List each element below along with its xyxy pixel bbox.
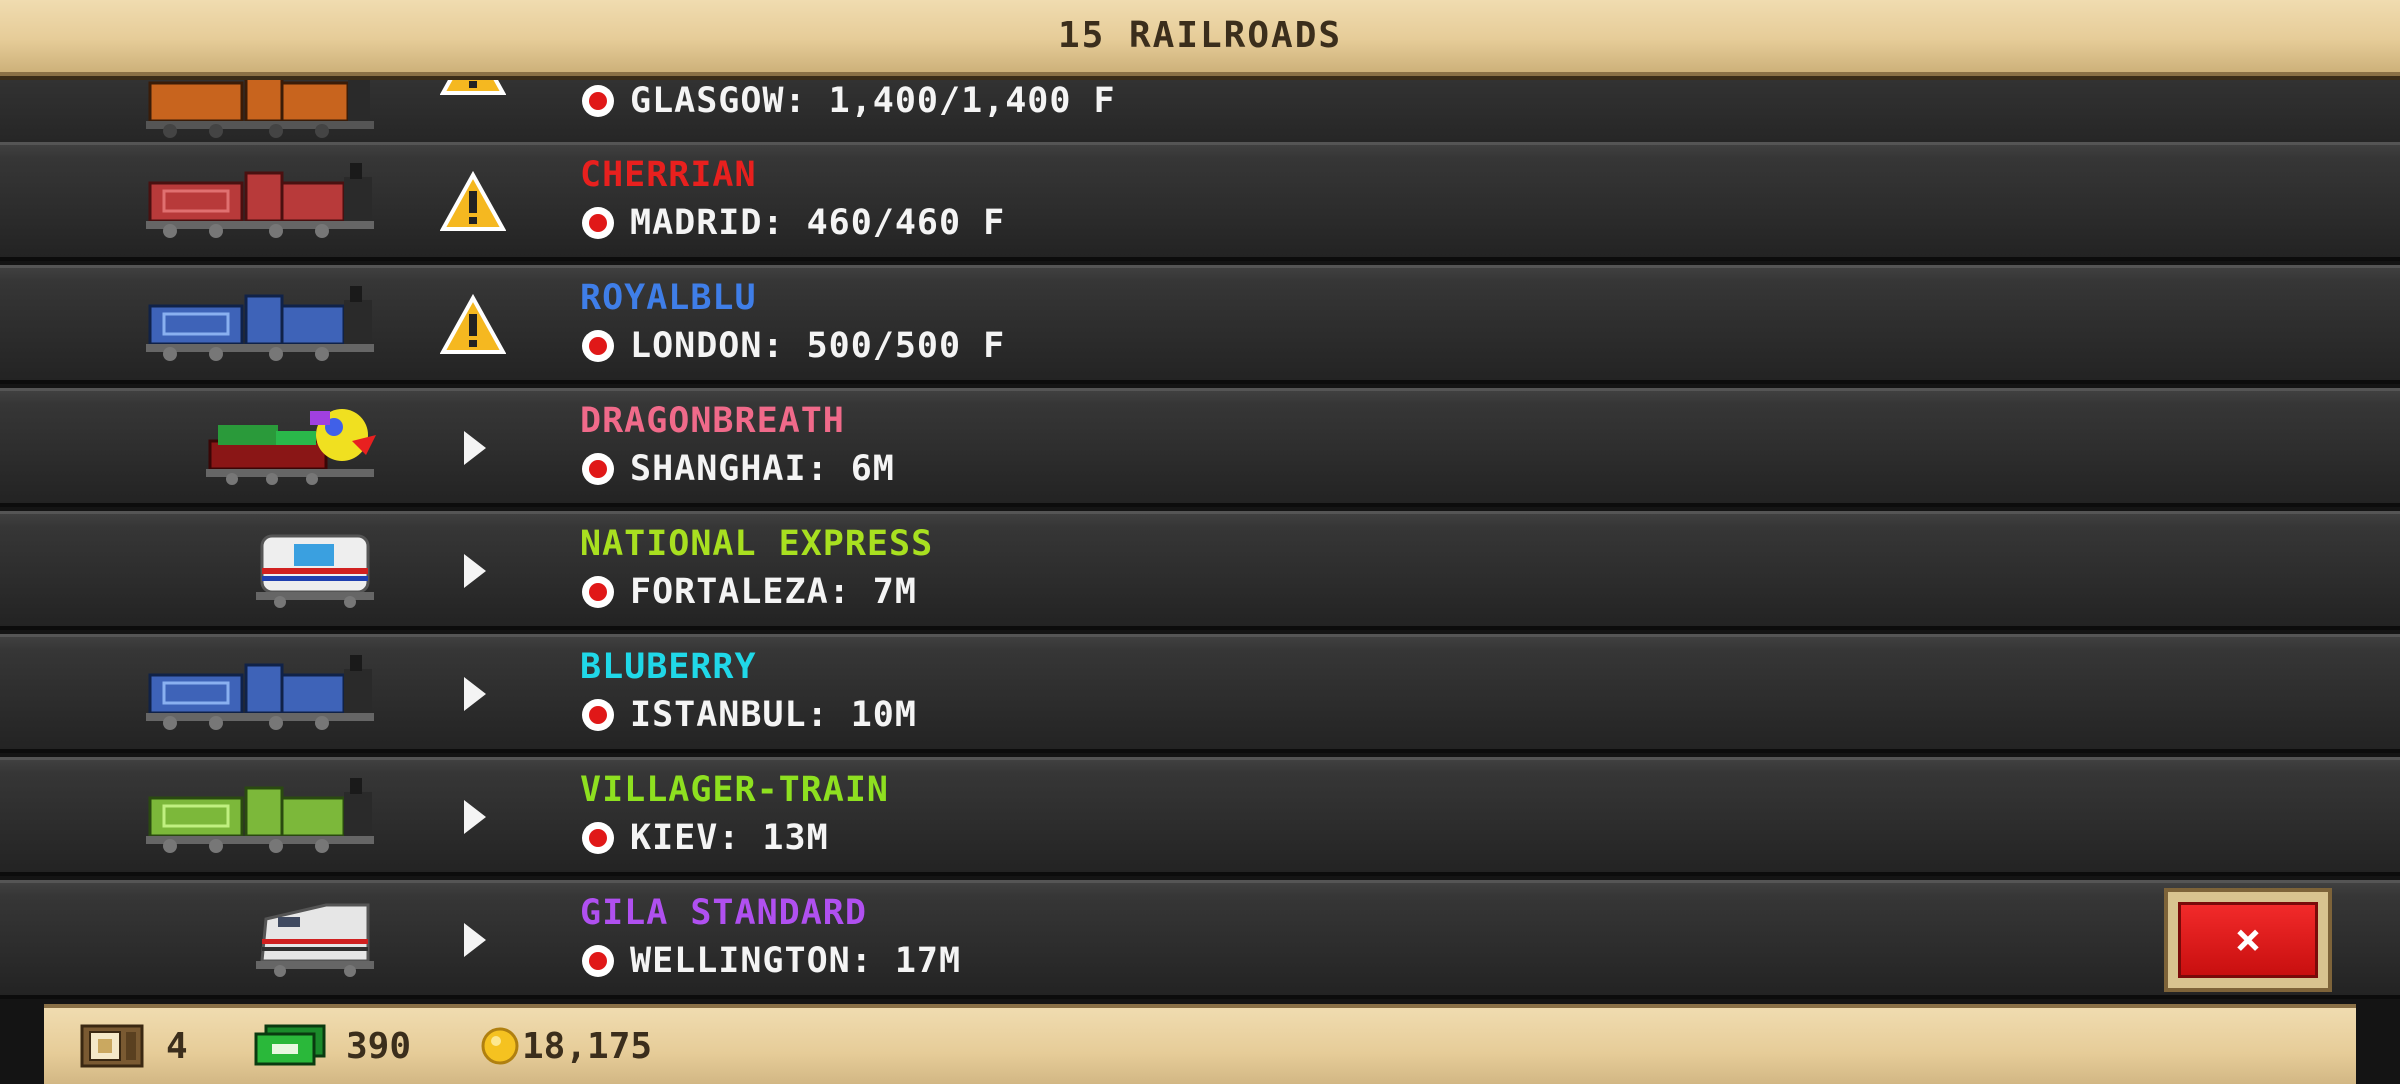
header-bar: 15 RAILROADS xyxy=(0,0,2400,76)
station-info: WELLINGTON: 17M xyxy=(580,941,961,985)
station-info: SHANGHAI: 6M xyxy=(580,449,895,493)
station-info: KIEV: 13M xyxy=(580,818,829,862)
station-info: FORTALEZA: 7M xyxy=(580,572,917,616)
steam-train-icon xyxy=(146,778,374,853)
railroad-name: DRAGONBREATH xyxy=(580,401,845,441)
steam-train-icon xyxy=(146,163,374,238)
station-label: FORTALEZA: 7M xyxy=(630,572,917,612)
railroad-row[interactable]: GILA STANDARD WELLINGTON: 17M xyxy=(0,880,2400,999)
station-info: GLASGOW: 1,400/1,400 F xyxy=(580,81,1116,125)
cars-value: 4 xyxy=(166,1026,188,1067)
station-label: WELLINGTON: 17M xyxy=(630,941,962,981)
station-info: LONDON: 500/500 F xyxy=(580,326,1005,370)
steam-train-icon xyxy=(146,286,374,361)
station-info: MADRID: 460/460 F xyxy=(580,203,1005,247)
railroad-name: VILLAGER-TRAIN xyxy=(580,770,890,810)
warning-icon xyxy=(440,171,506,231)
close-icon: × xyxy=(2178,902,2318,978)
cash-value: 390 xyxy=(346,1026,412,1067)
cash-icon xyxy=(254,1024,326,1066)
play-arrow-icon[interactable] xyxy=(440,786,506,848)
station-info: ISTANBUL: 10M xyxy=(580,695,917,739)
railroad-name: ROYALBLU xyxy=(580,278,757,318)
station-pin-icon xyxy=(582,945,614,977)
dragon-train-icon xyxy=(206,409,376,485)
play-arrow-icon[interactable] xyxy=(440,417,506,479)
diesel-train-icon xyxy=(256,534,374,608)
station-pin-icon xyxy=(582,85,614,117)
station-label: ISTANBUL: 10M xyxy=(630,695,917,735)
railroad-name: CHERRIAN xyxy=(580,155,757,195)
warning-icon xyxy=(440,294,506,354)
railroad-list: GLASGOW: 1,400/1,400 F CHERRIAN MADRID: … xyxy=(0,0,2400,1000)
steam-train-icon xyxy=(146,655,374,730)
railroad-row[interactable]: BLUBERRY ISTANBUL: 10M xyxy=(0,634,2400,753)
page-title: 15 RAILROADS xyxy=(1057,15,1343,56)
station-label: KIEV: 13M xyxy=(630,818,829,858)
railroad-row[interactable]: ROYALBLU LONDON: 500/500 F xyxy=(0,265,2400,384)
play-arrow-icon[interactable] xyxy=(440,663,506,725)
resource-bar: 4 390 18,175 xyxy=(44,1004,2356,1084)
railroad-row[interactable]: VILLAGER-TRAIN KIEV: 13M xyxy=(0,757,2400,876)
station-pin-icon xyxy=(582,207,614,239)
railroad-name: BLUBERRY xyxy=(580,647,757,687)
play-arrow-icon[interactable] xyxy=(440,540,506,602)
station-label: MADRID: 460/460 F xyxy=(630,203,1006,243)
railroad-name: GILA STANDARD xyxy=(580,893,867,933)
station-pin-icon xyxy=(582,822,614,854)
diesel-train-icon xyxy=(256,903,374,977)
railroad-row[interactable]: NATIONAL EXPRESS FORTALEZA: 7M xyxy=(0,511,2400,630)
station-pin-icon xyxy=(582,453,614,485)
station-pin-icon xyxy=(582,699,614,731)
railroad-row[interactable]: CHERRIAN MADRID: 460/460 F xyxy=(0,142,2400,261)
coins-value: 18,175 xyxy=(522,1026,653,1067)
station-label: GLASGOW: 1,400/1,400 F xyxy=(630,81,1116,121)
station-label: SHANGHAI: 6M xyxy=(630,449,895,489)
coin-icon xyxy=(481,1027,519,1065)
close-button[interactable]: × xyxy=(2164,888,2332,992)
train-car-icon xyxy=(80,1024,144,1068)
railroad-name: NATIONAL EXPRESS xyxy=(580,524,934,564)
station-pin-icon xyxy=(582,330,614,362)
play-arrow-icon[interactable] xyxy=(440,909,506,971)
station-pin-icon xyxy=(582,576,614,608)
station-label: LONDON: 500/500 F xyxy=(630,326,1006,366)
railroad-row[interactable]: DRAGONBREATH SHANGHAI: 6M xyxy=(0,388,2400,507)
